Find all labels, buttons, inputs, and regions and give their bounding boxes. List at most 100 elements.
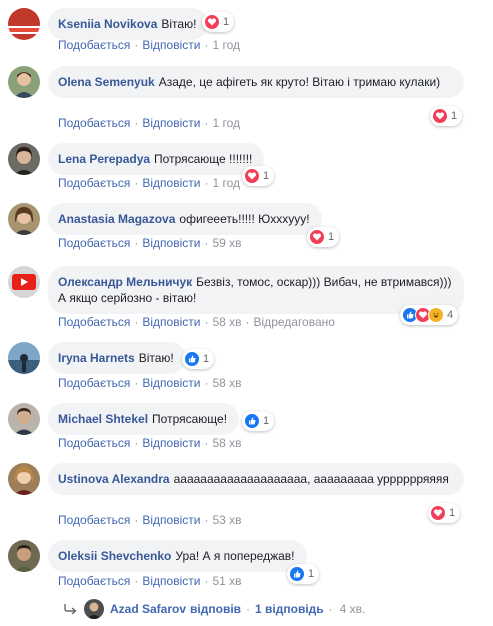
comment-author[interactable]: Kseniia Novikova: [58, 17, 157, 31]
comment-actions: Подобається · Відповісти · 58 хв: [58, 436, 242, 450]
comment-time[interactable]: 58 хв: [212, 436, 241, 450]
like-link[interactable]: Подобається: [58, 376, 130, 390]
separator-dot: ·: [245, 315, 250, 329]
reply-link[interactable]: Відповісти: [142, 376, 200, 390]
heart-icon: [430, 505, 446, 521]
reply-link[interactable]: Відповісти: [142, 315, 200, 329]
separator-dot: ·: [204, 38, 209, 52]
reply-count-link[interactable]: 1 відповідь: [255, 602, 324, 616]
comment-time[interactable]: 51 хв: [212, 574, 241, 588]
reaction-summary[interactable]: 4: [400, 305, 459, 325]
comment-time[interactable]: 53 хв: [212, 513, 241, 527]
reply-time[interactable]: 4 хв.: [340, 602, 366, 616]
comment-text: Вітаю!: [138, 351, 174, 365]
comment-bubble: Ustinova Alexandra аааааааааааааааааааа, …: [48, 463, 464, 495]
like-link[interactable]: Подобається: [58, 436, 130, 450]
comment-author[interactable]: Olena Semenyuk: [58, 75, 155, 89]
comment-text: аааааааааааааааааааа, ааааааааа урррррря…: [173, 472, 449, 486]
reaction-count: 1: [203, 353, 210, 365]
reaction-summary[interactable]: 1: [202, 12, 235, 32]
comment-bubble: Kseniia Novikova Вітаю!: [48, 8, 209, 40]
reaction-count: 1: [328, 231, 335, 243]
separator-dot: ·: [204, 176, 209, 190]
separator-dot: ·: [134, 513, 139, 527]
comment-actions: Подобається · Відповісти · 58 хв · Відредагова…: [58, 315, 335, 329]
avatar[interactable]: [8, 203, 40, 235]
comment-bubble: Олександр Мельничук Безвіз, томос, оскар)…: [48, 266, 464, 314]
comment-time[interactable]: 1 год: [212, 116, 240, 130]
avatar[interactable]: [8, 463, 40, 495]
separator-dot: ·: [204, 236, 209, 250]
reaction-summary[interactable]: 1: [242, 411, 275, 431]
like-link[interactable]: Подобається: [58, 176, 130, 190]
reply-author[interactable]: Azad Safarov: [110, 602, 186, 616]
reply-link[interactable]: Відповісти: [142, 38, 200, 52]
like-icon: [244, 413, 260, 429]
separator-dot: ·: [134, 376, 139, 390]
comment-time[interactable]: 58 хв: [212, 376, 241, 390]
comment-author[interactable]: Lena Perepadya: [58, 152, 150, 166]
separator-dot: ·: [246, 602, 251, 616]
avatar[interactable]: [84, 599, 104, 619]
comment-bubble: Anastasia Magazova офигеееть!!!!! Юхххууу…: [48, 203, 322, 235]
reaction-summary[interactable]: 1: [430, 106, 463, 126]
comment-actions: Подобається · Відповісти · 53 хв: [58, 513, 242, 527]
reply-action-text: відповів: [190, 602, 242, 616]
like-link[interactable]: Подобається: [58, 38, 130, 52]
reaction-count: 4: [447, 309, 454, 321]
comment-time[interactable]: 58 хв: [212, 315, 241, 329]
avatar[interactable]: [8, 540, 40, 572]
comment-bubble: Michael Shtekel Потрясающе!: [48, 403, 240, 435]
avatar[interactable]: [8, 266, 40, 298]
edited-label[interactable]: Відредаговано: [254, 315, 335, 329]
reaction-summary[interactable]: 1: [307, 227, 340, 247]
like-link[interactable]: Подобається: [58, 315, 130, 329]
comment-author[interactable]: Oleksii Shevchenko: [58, 549, 171, 563]
comment-author[interactable]: Michael Shtekel: [58, 412, 148, 426]
heart-icon: [244, 168, 260, 184]
like-icon: [184, 351, 200, 367]
comment-time[interactable]: 59 хв: [212, 236, 241, 250]
separator-dot: ·: [204, 436, 209, 450]
reply-link[interactable]: Відповісти: [142, 574, 200, 588]
like-link[interactable]: Подобається: [58, 513, 130, 527]
reaction-summary[interactable]: 1: [287, 564, 320, 584]
reply-link[interactable]: Відповісти: [142, 176, 200, 190]
avatar[interactable]: [8, 8, 40, 40]
separator-dot: ·: [134, 38, 139, 52]
comment-actions: Подобається · Відповісти · 58 хв: [58, 376, 242, 390]
replies-summary[interactable]: Azad Safarov відповів · 1 відповідь · 4 …: [64, 599, 365, 619]
reaction-summary[interactable]: 1: [428, 503, 461, 523]
reaction-summary[interactable]: 1: [182, 349, 215, 369]
separator-dot: ·: [134, 236, 139, 250]
comment-actions: Подобається · Відповісти · 1 год: [58, 116, 240, 130]
avatar[interactable]: [8, 342, 40, 374]
avatar[interactable]: [8, 143, 40, 175]
reaction-count: 1: [451, 110, 458, 122]
comment-time[interactable]: 1 год: [212, 38, 240, 52]
comment-author[interactable]: Anastasia Magazova: [58, 212, 175, 226]
heart-icon: [309, 229, 325, 245]
reply-link[interactable]: Відповісти: [142, 513, 200, 527]
avatar[interactable]: [8, 66, 40, 98]
separator-dot: ·: [134, 315, 139, 329]
separator-dot: ·: [204, 315, 209, 329]
like-link[interactable]: Подобається: [58, 116, 130, 130]
like-link[interactable]: Подобається: [58, 574, 130, 588]
reply-link[interactable]: Відповісти: [142, 436, 200, 450]
comment-time[interactable]: 1 год: [212, 176, 240, 190]
comment-bubble: Oleksii Shevchenko Ура! А я попереджав!: [48, 540, 307, 572]
comment-text: Азаде, це афігеть як круто! Вітаю і трим…: [158, 75, 441, 89]
heart-icon: [432, 108, 448, 124]
reply-link[interactable]: Відповісти: [142, 236, 200, 250]
comment-author[interactable]: Iryna Harnets: [58, 351, 135, 365]
comment-text: офигеееть!!!!! Юхххууу!: [179, 212, 310, 226]
reply-link[interactable]: Відповісти: [142, 116, 200, 130]
comment-text: Вітаю!: [161, 17, 197, 31]
reply-arrow-icon: [64, 604, 77, 615]
reaction-summary[interactable]: 1: [242, 166, 275, 186]
comment-author[interactable]: Олександр Мельничук: [58, 275, 192, 289]
comment-author[interactable]: Ustinova Alexandra: [58, 472, 170, 486]
avatar[interactable]: [8, 403, 40, 435]
like-link[interactable]: Подобається: [58, 236, 130, 250]
